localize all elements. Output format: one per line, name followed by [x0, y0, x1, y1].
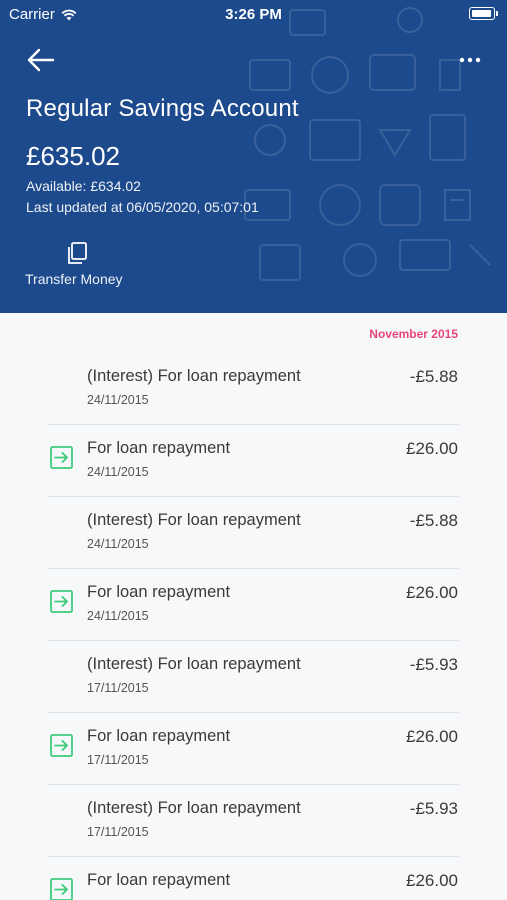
account-balance: £635.02: [26, 141, 120, 171]
arrow-in-icon: [50, 590, 73, 613]
battery-icon: [469, 7, 498, 20]
arrow-in-icon: [50, 446, 73, 469]
transfer-money-button[interactable]: Transfer Money: [22, 236, 134, 292]
transaction-title: For loan repayment: [87, 583, 231, 601]
transaction-date: 24/11/2015: [87, 465, 149, 479]
transaction-title: (Interest) For loan repayment: [87, 655, 301, 673]
transaction-date: 24/11/2015: [87, 393, 149, 407]
transaction-amount: £26.00: [406, 583, 458, 602]
arrow-left-icon: [27, 48, 55, 72]
more-options-button[interactable]: [455, 48, 485, 72]
transfer-money-label: Transfer Money: [25, 271, 123, 287]
arrow-in-icon: [50, 734, 73, 757]
last-updated: Last updated at 06/05/2020, 05:07:01: [26, 199, 259, 215]
account-title: Regular Savings Account: [26, 95, 299, 122]
status-bar: Carrier 3:26 PM: [0, 0, 507, 30]
transaction-row[interactable]: (Interest) For loan repayment 17/11/2015…: [47, 785, 459, 857]
transaction-date: 17/11/2015: [87, 753, 149, 767]
transaction-row[interactable]: For loan repayment 24/11/2015 £26.00: [47, 569, 459, 641]
transaction-date: 24/11/2015: [87, 537, 149, 551]
transaction-amount: -£5.88: [409, 367, 458, 386]
month-header: November 2015: [369, 327, 458, 341]
transaction-amount: £26.00: [406, 439, 458, 458]
available-balance: Available: £634.02: [26, 178, 141, 194]
transaction-amount: -£5.88: [409, 511, 458, 530]
transaction-title: For loan repayment: [87, 439, 231, 457]
transaction-title: (Interest) For loan repayment: [87, 511, 301, 529]
arrow-in-icon: [50, 878, 73, 900]
transaction-row[interactable]: For loan repayment £26.00: [47, 857, 459, 900]
transaction-row[interactable]: For loan repayment 17/11/2015 £26.00: [47, 713, 459, 785]
transaction-date: 24/11/2015: [87, 609, 149, 623]
transaction-amount: £26.00: [406, 727, 458, 746]
background-pattern: [244, 7, 491, 281]
transaction-row[interactable]: For loan repayment 24/11/2015 £26.00: [47, 425, 459, 497]
transaction-row[interactable]: (Interest) For loan repayment 24/11/2015…: [47, 353, 459, 425]
transaction-row[interactable]: (Interest) For loan repayment 24/11/2015…: [47, 497, 459, 569]
transaction-title: (Interest) For loan repayment: [87, 367, 301, 385]
more-dots-icon: [459, 57, 481, 63]
transaction-date: 17/11/2015: [87, 681, 149, 695]
transaction-row[interactable]: (Interest) For loan repayment 17/11/2015…: [47, 641, 459, 713]
transaction-date: 17/11/2015: [87, 825, 149, 839]
transaction-list[interactable]: November 2015 (Interest) For loan repaym…: [0, 313, 507, 900]
transaction-amount: £26.00: [406, 871, 458, 890]
transaction-amount: -£5.93: [409, 799, 458, 818]
back-button[interactable]: [22, 42, 58, 78]
transaction-title: (Interest) For loan repayment: [87, 799, 301, 817]
status-time: 3:26 PM: [225, 6, 282, 23]
transaction-title: For loan repayment: [87, 871, 231, 889]
account-header: Carrier 3:26 PM Regular Savings Account …: [0, 0, 507, 313]
transaction-title: For loan repayment: [87, 727, 231, 745]
copy-icon: [68, 242, 87, 264]
transaction-amount: -£5.93: [409, 655, 458, 674]
